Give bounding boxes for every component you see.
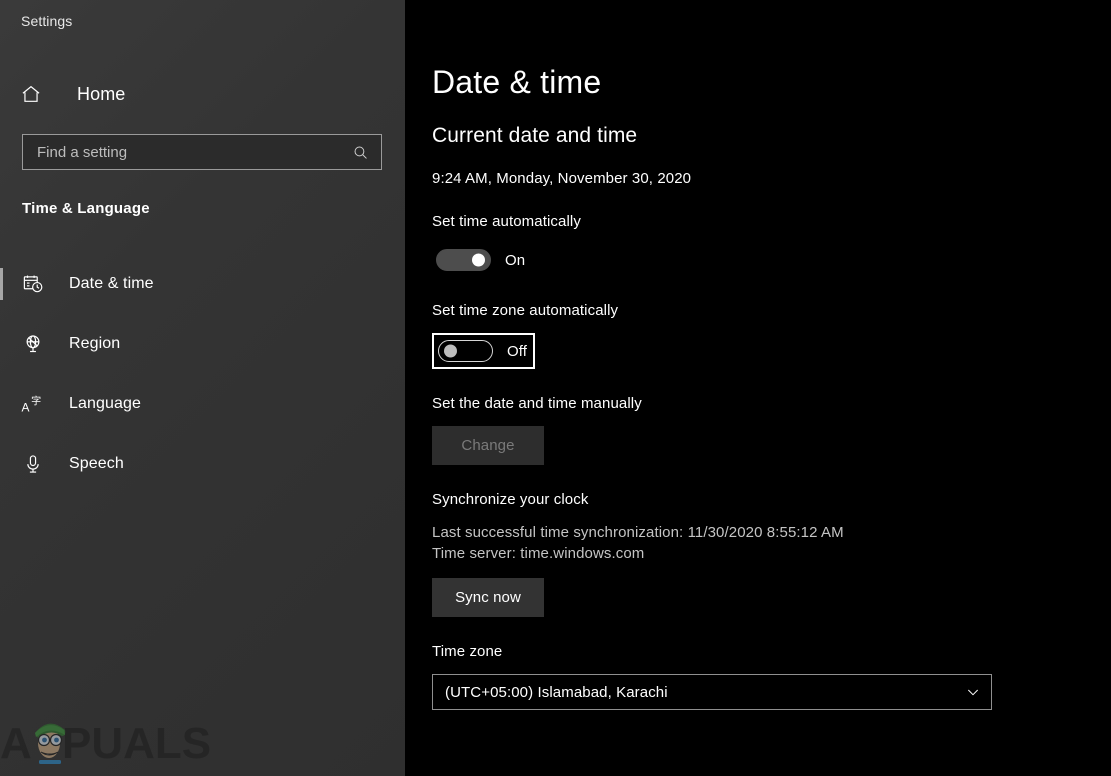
language-icon: A 字	[20, 393, 46, 415]
svg-text:PUALS: PUALS	[62, 719, 211, 768]
toggle-knob	[444, 345, 457, 358]
set-time-automatically-label: Set time automatically	[432, 213, 1111, 230]
last-sync-text: Last successful time synchronization: 11…	[432, 522, 1111, 543]
globe-icon	[20, 333, 46, 355]
window-titlebar: Settings	[0, 0, 405, 42]
sidebar-item-region[interactable]: Region	[0, 322, 405, 366]
set-timezone-automatically-row[interactable]: Off	[432, 333, 1111, 369]
page-title: Date & time	[432, 66, 1111, 98]
set-manually-label: Set the date and time manually	[432, 395, 1111, 412]
sidebar-group-title: Time & Language	[22, 200, 150, 217]
sidebar-item-speech-label: Speech	[69, 455, 124, 473]
set-time-automatically-row[interactable]: On	[432, 244, 1111, 276]
chevron-down-icon[interactable]	[965, 684, 981, 700]
set-timezone-automatically-highlight-box[interactable]: Off	[432, 333, 535, 369]
appuals-watermark: A PUALS	[0, 708, 230, 770]
main-panel: Date & time Current date and time 9:24 A…	[405, 0, 1111, 776]
set-time-automatically-toggle-wrap[interactable]: On	[432, 244, 531, 276]
svg-text:A: A	[0, 719, 32, 768]
sidebar-item-speech[interactable]: Speech	[0, 442, 405, 486]
microphone-icon	[20, 453, 46, 475]
set-time-automatically-toggle[interactable]	[436, 249, 491, 271]
sidebar-item-language[interactable]: A 字 Language	[0, 382, 405, 426]
settings-window: Settings Home Time & Language	[0, 0, 1111, 776]
set-timezone-automatically-label: Set time zone automatically	[432, 302, 1111, 319]
change-button[interactable]: Change	[432, 426, 544, 465]
svg-text:字: 字	[31, 394, 41, 407]
current-datetime-value: 9:24 AM, Monday, November 30, 2020	[432, 170, 1111, 187]
sidebar-item-date-time-label: Date & time	[69, 275, 154, 293]
sidebar-item-date-time[interactable]: Date & time	[0, 262, 405, 306]
sidebar: Settings Home Time & Language	[0, 0, 405, 776]
sidebar-item-language-label: Language	[69, 395, 141, 413]
set-timezone-automatically-toggle[interactable]	[438, 340, 493, 362]
home-icon	[20, 83, 50, 105]
sidebar-item-home-label: Home	[77, 84, 125, 105]
sidebar-item-home[interactable]: Home	[0, 74, 405, 114]
timezone-label: Time zone	[432, 643, 1111, 660]
timezone-selected-value: (UTC+05:00) Islamabad, Karachi	[445, 684, 965, 701]
synchronize-heading: Synchronize your clock	[432, 491, 1111, 508]
time-server-text: Time server: time.windows.com	[432, 543, 1111, 564]
sidebar-nav: Date & time Region	[0, 262, 405, 502]
calendar-clock-icon	[20, 273, 46, 295]
sync-now-button[interactable]: Sync now	[432, 578, 544, 617]
svg-text:A: A	[22, 400, 30, 414]
timezone-dropdown[interactable]: (UTC+05:00) Islamabad, Karachi	[432, 674, 992, 710]
search-box[interactable]	[22, 134, 382, 170]
search-icon[interactable]	[352, 144, 373, 161]
set-time-automatically-state: On	[505, 252, 525, 269]
toggle-knob	[472, 254, 485, 267]
search-input[interactable]	[37, 144, 352, 161]
current-datetime-heading: Current date and time	[432, 124, 1111, 148]
window-title: Settings	[21, 13, 72, 29]
sidebar-item-region-label: Region	[69, 335, 120, 353]
set-timezone-automatically-state: Off	[507, 343, 527, 360]
